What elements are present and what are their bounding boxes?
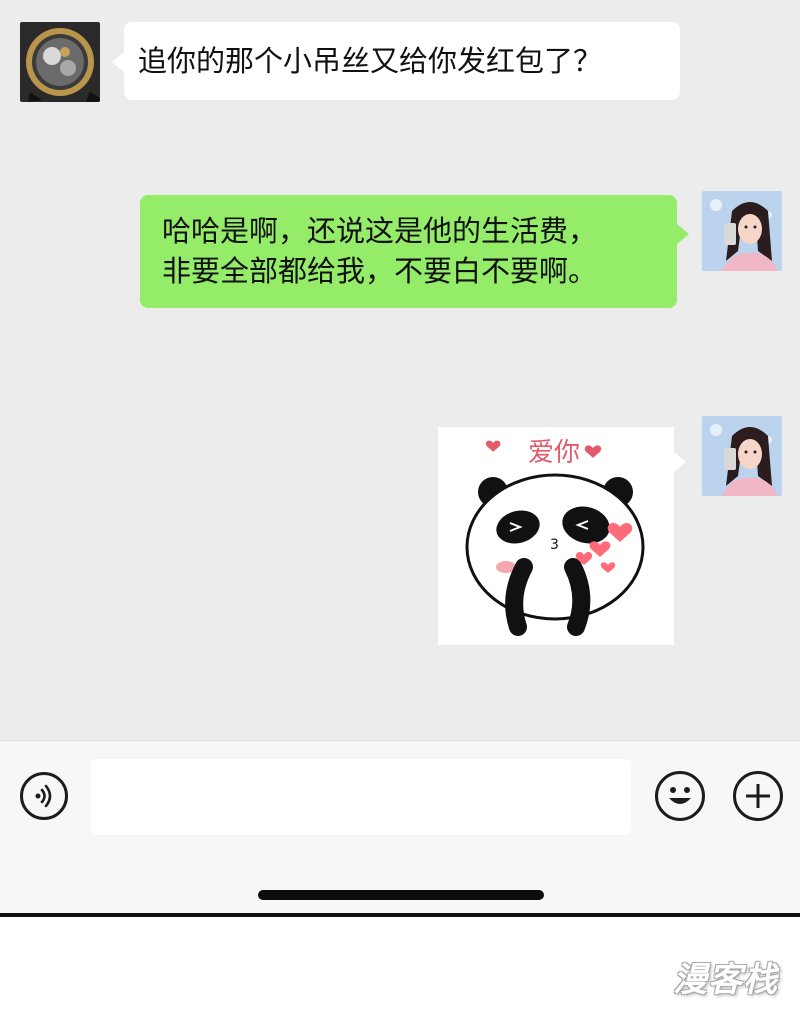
watermark: 漫客栈	[673, 960, 778, 1000]
bubble-tail	[674, 452, 686, 472]
girl-avatar-icon[interactable]	[702, 191, 782, 271]
message-bubble-incoming[interactable]: 追你的那个小吊丝又给你发红包了？	[124, 22, 680, 100]
sticker-caption: 爱你	[528, 438, 580, 468]
message-text: 追你的那个小吊丝又给你发红包了？	[138, 44, 603, 78]
girl-avatar-icon[interactable]	[702, 416, 782, 496]
message-bubble-outgoing[interactable]: 哈哈是啊，还说这是他的生活费， 非要全部都给我，不要白不要啊。	[140, 195, 677, 308]
panda-love-sticker-icon[interactable]: 爱你 3	[438, 427, 674, 645]
home-indicator[interactable]	[258, 890, 544, 900]
message-text-line-2: 非要全部都给我，不要白不要啊。	[162, 254, 598, 288]
voice-icon[interactable]	[20, 772, 68, 820]
watch-avatar-icon[interactable]	[20, 22, 100, 102]
chat-area: 追你的那个小吊丝又给你发红包了？ 哈哈是啊，还说这是他的生活费， 非要全部都给我…	[0, 0, 800, 740]
plus-icon[interactable]	[733, 771, 783, 821]
svg-text:3: 3	[550, 537, 559, 553]
bubble-tail	[677, 224, 689, 244]
emoji-icon[interactable]	[655, 771, 705, 821]
message-input[interactable]	[91, 759, 631, 835]
panel-border	[0, 913, 800, 917]
message-text-line-1: 哈哈是啊，还说这是他的生活费，	[162, 214, 598, 248]
bubble-tail	[112, 52, 124, 72]
